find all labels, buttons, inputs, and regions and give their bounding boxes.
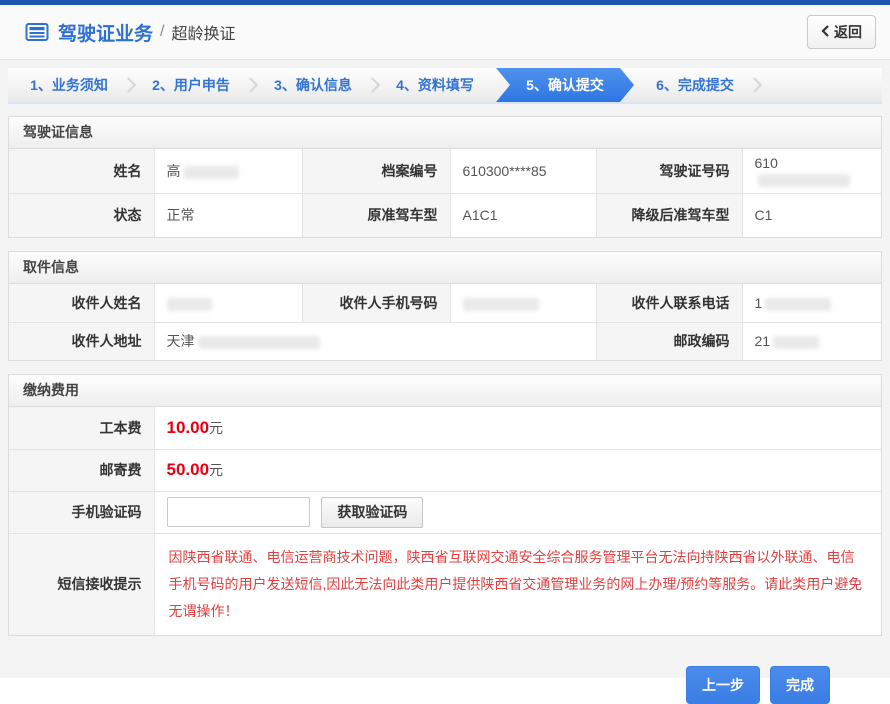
page-header: 驾驶证业务 / 超龄换证 返回 — [0, 5, 890, 60]
field-label-production-fee: 工本费 — [9, 407, 154, 449]
field-value-downgraded-class: C1 — [742, 193, 881, 237]
field-label-original-class: 原准驾车型 — [302, 193, 450, 237]
tab-step-5-active[interactable]: 5、确认提交 — [496, 68, 634, 102]
tab-step-4[interactable]: 4、资料填写 — [374, 68, 496, 102]
table-row: 收件人姓名 收件人手机号码 收件人联系电话 1 — [9, 284, 881, 322]
pickup-info-section: 取件信息 收件人姓名 收件人手机号码 收件人联系电话 1 收件人地址 天津 邮政… — [8, 251, 882, 361]
license-info-section: 驾驶证信息 姓名 高 档案编号 610300****85 驾驶证号码 610 状… — [8, 116, 882, 238]
tab-step-1[interactable]: 1、业务须知 — [8, 68, 130, 102]
breadcrumb-current: 超龄换证 — [171, 20, 235, 44]
fee-unit: 元 — [209, 462, 223, 478]
fees-title: 缴纳费用 — [9, 375, 881, 407]
sms-code-input[interactable] — [167, 497, 310, 527]
back-button-label: 返回 — [834, 22, 862, 42]
field-label-name: 姓名 — [9, 149, 154, 193]
field-value-postage-fee: 50.00元 — [154, 449, 881, 491]
table-row: 邮寄费 50.00元 — [9, 449, 881, 491]
sms-notice-cell: 因陕西省联通、电信运营商技术问题，陕西省互联网交通安全综合服务管理平台无法向持陕… — [154, 533, 881, 635]
field-label-sms-code: 手机验证码 — [9, 491, 154, 533]
breadcrumb-separator: / — [160, 23, 164, 41]
field-label-recipient-mobile: 收件人手机号码 — [302, 284, 450, 322]
fees-section: 缴纳费用 工本费 10.00元 邮寄费 50.00元 手机验证码 获取验证码 — [8, 374, 882, 636]
field-value-postal-code: 21 — [742, 322, 881, 360]
field-value-license-number: 610 — [742, 149, 881, 193]
license-info-table: 姓名 高 档案编号 610300****85 驾驶证号码 610 状态 正常 原… — [9, 149, 881, 237]
field-label-file-number: 档案编号 — [302, 149, 450, 193]
tab-step-2[interactable]: 2、用户申告 — [130, 68, 252, 102]
table-row: 状态 正常 原准驾车型 A1C1 降级后准驾车型 C1 — [9, 193, 881, 237]
field-value-recipient-mobile — [450, 284, 596, 322]
redacted-text — [184, 166, 239, 179]
fees-table: 工本费 10.00元 邮寄费 50.00元 手机验证码 获取验证码 短信接收提 — [9, 407, 881, 635]
field-label-status: 状态 — [9, 193, 154, 237]
table-row: 手机验证码 获取验证码 — [9, 491, 881, 533]
field-label-downgraded-class: 降级后准驾车型 — [596, 193, 742, 237]
field-value-status: 正常 — [154, 193, 302, 237]
field-value-name: 高 — [154, 149, 302, 193]
license-info-title: 驾驶证信息 — [9, 117, 881, 149]
tab-step-3[interactable]: 3、确认信息 — [252, 68, 374, 102]
field-value-recipient-name — [154, 284, 302, 322]
back-button[interactable]: 返回 — [807, 15, 876, 49]
redacted-text — [765, 298, 831, 311]
field-label-postal-code: 邮政编码 — [596, 322, 742, 360]
redacted-text — [167, 298, 212, 311]
license-form-icon — [25, 22, 49, 42]
fee-unit: 元 — [209, 420, 223, 436]
redacted-text — [463, 298, 539, 311]
redacted-text — [773, 336, 819, 349]
sms-notice-text: 因陕西省联通、电信运营商技术问题，陕西省互联网交通安全综合服务管理平台无法向持陕… — [169, 549, 863, 620]
table-row: 姓名 高 档案编号 610300****85 驾驶证号码 610 — [9, 149, 881, 193]
step-tabs: 1、业务须知 2、用户申告 3、确认信息 4、资料填写 5、确认提交 6、完成提… — [8, 68, 882, 104]
field-label-recipient-name: 收件人姓名 — [9, 284, 154, 322]
field-label-recipient-phone: 收件人联系电话 — [596, 284, 742, 322]
finish-button[interactable]: 完成 — [770, 666, 830, 704]
field-value-recipient-phone: 1 — [742, 284, 881, 322]
page-title: 驾驶证业务 — [58, 19, 153, 46]
postage-fee-amount: 50.00 — [167, 460, 210, 479]
field-label-license-number: 驾驶证号码 — [596, 149, 742, 193]
table-row: 收件人地址 天津 邮政编码 21 — [9, 322, 881, 360]
pickup-info-table: 收件人姓名 收件人手机号码 收件人联系电话 1 收件人地址 天津 邮政编码 21 — [9, 284, 881, 360]
field-value-file-number: 610300****85 — [450, 149, 596, 193]
table-row: 短信接收提示 因陕西省联通、电信运营商技术问题，陕西省互联网交通安全综合服务管理… — [9, 533, 881, 635]
footer-actions: 上一步 完成 — [8, 649, 882, 704]
field-label-recipient-address: 收件人地址 — [9, 322, 154, 360]
main-content: 1、业务须知 2、用户申告 3、确认信息 4、资料填写 5、确认提交 6、完成提… — [0, 60, 890, 678]
field-value-original-class: A1C1 — [450, 193, 596, 237]
sms-code-field: 获取验证码 — [154, 491, 881, 533]
field-label-sms-notice: 短信接收提示 — [9, 533, 154, 635]
chevron-left-icon — [821, 24, 829, 40]
field-value-production-fee: 10.00元 — [154, 407, 881, 449]
production-fee-amount: 10.00 — [167, 418, 210, 437]
get-sms-code-button[interactable]: 获取验证码 — [321, 497, 423, 528]
previous-step-button[interactable]: 上一步 — [686, 666, 760, 704]
field-value-recipient-address: 天津 — [154, 322, 596, 360]
tab-step-6[interactable]: 6、完成提交 — [634, 68, 756, 102]
table-row: 工本费 10.00元 — [9, 407, 881, 449]
pickup-info-title: 取件信息 — [9, 252, 881, 284]
redacted-text — [198, 336, 320, 349]
redacted-text — [758, 174, 850, 187]
field-label-postage-fee: 邮寄费 — [9, 449, 154, 491]
